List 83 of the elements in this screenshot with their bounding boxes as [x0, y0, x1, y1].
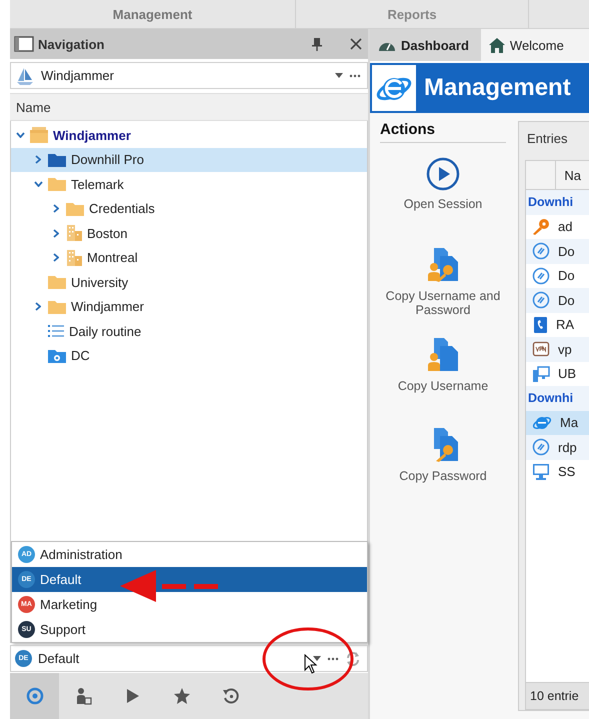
folder-icon: [47, 176, 67, 192]
tree-item[interactable]: Credentials: [11, 196, 367, 221]
play-circle-icon: [426, 157, 460, 191]
building-icon: [65, 224, 83, 242]
action-button[interactable]: Copy Username and Password: [380, 233, 506, 323]
entry-row[interactable]: vp: [526, 337, 589, 362]
banner-title: Management: [424, 74, 571, 102]
computer-icon: [532, 364, 550, 383]
tree-item[interactable]: Daily routine: [11, 319, 367, 344]
entry-row[interactable]: rdp: [526, 435, 589, 460]
more-icon[interactable]: [327, 656, 339, 660]
remote-desktop-icon: [532, 266, 550, 285]
action-button[interactable]: Copy Password: [380, 413, 506, 503]
folder-icon: [65, 200, 85, 217]
vault-selector[interactable]: Windjammer: [10, 62, 368, 89]
chevron-right-icon[interactable]: [35, 155, 41, 164]
refresh-icon[interactable]: [345, 650, 361, 666]
entries-tab[interactable]: Entries: [519, 122, 589, 160]
copy-credential-icon: [426, 337, 460, 373]
group-header: Downhi: [526, 386, 589, 410]
folder-icon: [47, 298, 67, 315]
folder-icon: [47, 274, 67, 290]
tree-item[interactable]: Boston: [11, 221, 367, 246]
chevron-right-icon[interactable]: [53, 204, 59, 214]
entry-row[interactable]: Do: [526, 239, 589, 264]
tree-item[interactable]: Windjammer: [11, 123, 367, 148]
phone-book-icon: [532, 316, 548, 334]
chevron-down-icon[interactable]: [34, 181, 42, 188]
close-icon[interactable]: [350, 38, 362, 50]
entry-row[interactable]: Ma: [526, 410, 589, 435]
document-tab[interactable]: Welcome: [480, 29, 576, 61]
more-icon[interactable]: [349, 74, 361, 78]
chevron-down-icon[interactable]: [16, 132, 24, 138]
tree-item[interactable]: University: [11, 270, 367, 294]
tree-item[interactable]: Telemark: [11, 172, 367, 196]
entry-row[interactable]: ad: [526, 214, 589, 239]
chevron-right-icon[interactable]: [53, 228, 59, 238]
entry-row[interactable]: SS: [526, 460, 589, 484]
window-icon: [14, 36, 34, 52]
folder-icon: [47, 152, 67, 168]
sailboat-icon: [15, 66, 35, 86]
document-tab[interactable]: Dashboard: [370, 29, 481, 61]
history-icon: [222, 687, 240, 705]
panel-title: Navigation: [38, 36, 106, 52]
vpn-icon: [532, 340, 550, 358]
dropdown-caret-icon[interactable]: [335, 73, 343, 78]
chevron-right-icon[interactable]: [53, 253, 59, 262]
group-header: Downhi: [526, 190, 589, 214]
copy-credential-icon: [426, 247, 460, 283]
key-icon: [532, 218, 550, 236]
play-icon: [126, 688, 140, 704]
user-icon: [76, 687, 92, 705]
ssh-terminal-icon: [532, 462, 550, 481]
remote-desktop-icon: [532, 242, 550, 260]
sessions-icon: [26, 687, 44, 705]
chevron-right-icon[interactable]: [35, 302, 41, 312]
star-icon: [172, 687, 190, 705]
entry-row[interactable]: RA: [526, 312, 589, 337]
remote-desktop-icon: [532, 438, 550, 456]
mouse-cursor-icon: [304, 654, 318, 675]
folder-stack-icon: [29, 126, 49, 144]
entry-row[interactable]: Do: [526, 288, 589, 312]
entry-row[interactable]: Do: [526, 264, 589, 288]
column-header[interactable]: Name: [10, 93, 368, 121]
building-icon: [65, 248, 83, 267]
home-icon: [488, 38, 505, 52]
section-title: Actions: [380, 121, 506, 143]
action-button[interactable]: Copy Username: [380, 323, 506, 413]
action-button[interactable]: Open Session: [380, 143, 506, 233]
tree-item[interactable]: Downhill Pro: [11, 148, 367, 172]
remote-desktop-icon: [532, 291, 550, 310]
camera-folder-icon: [47, 348, 67, 364]
browser-logo-icon: [372, 65, 416, 111]
status-bar: 10 entrie: [526, 682, 589, 709]
tree-item[interactable]: DC: [11, 344, 367, 368]
entry-row[interactable]: UB: [526, 362, 589, 386]
dropdown-caret-icon[interactable]: [313, 656, 321, 661]
panel-tab[interactable]: Management: [10, 0, 296, 28]
sessions-tool-button[interactable]: [10, 673, 59, 719]
tree-item[interactable]: Montreal: [11, 246, 367, 270]
tree-item[interactable]: Windjammer: [11, 294, 367, 319]
pin-icon[interactable]: [312, 38, 322, 50]
list-icon: [47, 323, 65, 340]
